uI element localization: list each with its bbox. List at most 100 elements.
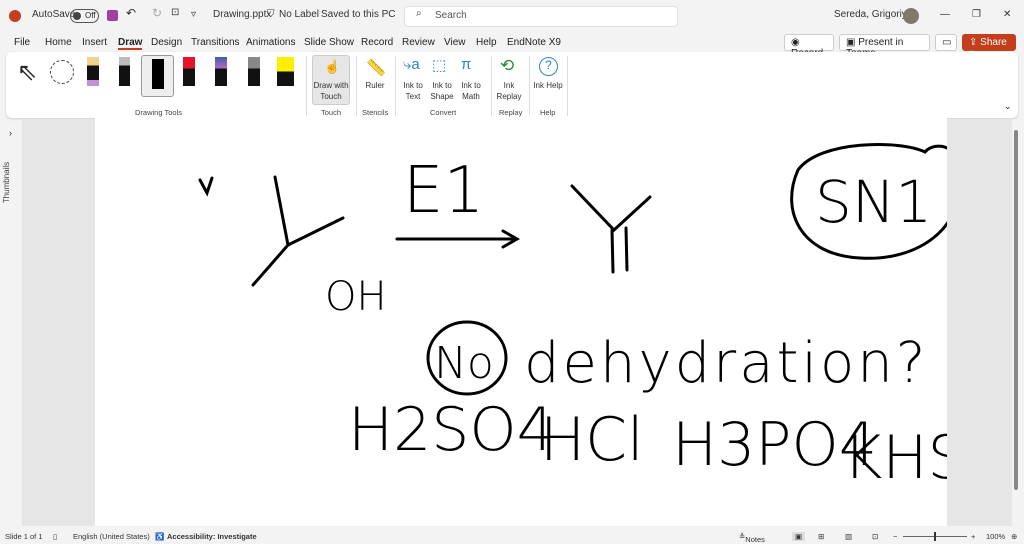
normal-view-icon[interactable]: ▣ [792,532,806,541]
zoom-out-icon[interactable]: − [893,532,897,541]
vertical-scrollbar[interactable] [1014,125,1019,505]
share-label: Share [980,37,1007,48]
thumbnails-label: Thumbnails [2,161,12,204]
red-pen[interactable] [183,57,195,86]
powerpoint-logo-icon [9,10,21,22]
comments-button[interactable]: ▭ [935,34,957,51]
tab-help[interactable]: Help [476,37,497,48]
tab-home[interactable]: Home [45,37,72,48]
undo-icon[interactable]: ↶ [126,6,136,20]
share-button[interactable]: ⇪ Share ▾ [962,34,1016,59]
filename: Drawing.pptx [213,9,272,20]
status-bar: Slide 1 of 1 ▯ English (United States) ♿… [0,529,1024,544]
thumbnails-pane[interactable]: › Thumbnails [0,120,22,526]
sensitivity-label[interactable]: No Label [279,9,319,20]
ruler-icon[interactable]: 📏 [366,58,386,78]
save-icon[interactable] [107,10,118,21]
tab-view[interactable]: View [444,37,466,48]
ink-to-shape-icon[interactable]: ⬚ [432,56,446,74]
draw-with-touch-label: Draw with Touch [313,81,349,101]
minimize-icon[interactable]: — [940,9,950,20]
ink-oh: OH [325,274,387,320]
zoom-level[interactable]: 100% [986,532,1005,541]
notes-button[interactable]: ≙ Notes [739,532,765,544]
collapse-ribbon-icon[interactable]: ⌄ [1004,101,1012,112]
expand-icon[interactable]: › [9,128,12,138]
ink-replay-label[interactable]: Ink Replay [494,80,524,102]
highlighter-pen[interactable] [277,57,294,86]
gray-pen[interactable] [248,57,260,86]
ink-dehydration: dehydration? [524,331,929,396]
slide-sorter-icon[interactable]: ⊞ [818,532,824,541]
ink-to-math-label[interactable]: Ink to Math [456,80,486,102]
ink-acid-khso4: KHSO4 [843,423,947,493]
ink-to-shape-label[interactable]: Ink to Shape [428,80,456,102]
ink-sn1: SN1 [815,168,932,236]
ink-drawing: OH E1 SN1 No dehydration? H2SO4 HCl H3PO… [198,143,1024,493]
tab-transitions[interactable]: Transitions [191,37,240,48]
eraser-pen[interactable] [87,57,99,86]
autosave-toggle[interactable]: Off [70,9,99,23]
avatar[interactable] [903,8,919,24]
ink-to-math-icon[interactable]: π [461,56,471,73]
tab-record[interactable]: Record [361,37,393,48]
tab-draw[interactable]: Draw [118,37,143,50]
tab-endnote[interactable]: EndNote X9 [507,37,561,48]
touch-hand-icon: ☝ [324,59,341,74]
fit-to-window-icon[interactable]: ⊕ [1011,532,1017,541]
spellcheck-icon[interactable]: ▯ [53,532,57,541]
group-convert: Convert [430,108,457,117]
tab-slide-show[interactable]: Slide Show [304,37,354,48]
record-button[interactable]: ◉ Record [784,34,834,59]
reading-view-icon[interactable]: ▥ [845,532,852,541]
tab-insert[interactable]: Insert [82,37,107,48]
accessibility-icon: ♿ [155,532,165,541]
ink-replay-icon[interactable]: ⟲ [500,56,514,76]
tab-file[interactable]: File [14,37,30,48]
redo-icon[interactable]: ↻ [152,6,162,20]
tab-animations[interactable]: Animations [246,37,295,48]
select-tool-icon[interactable]: ⇖ [17,58,37,87]
search-icon: ⌕ [416,8,422,19]
save-status[interactable]: Saved to this PC [321,9,395,20]
ink-to-text-label[interactable]: Ink to Text [399,80,427,102]
close-icon[interactable]: ✕ [1003,9,1011,20]
tab-design[interactable]: Design [151,37,182,48]
language[interactable]: English (United States) [73,532,150,541]
present-icon[interactable]: ⊡ [171,7,179,18]
ink-help-label[interactable]: Ink Help [533,80,563,91]
help-icon[interactable]: ? [539,57,558,76]
ink-no: No [434,338,494,389]
present-in-teams-button[interactable]: ▣ Present in Teams [839,34,930,59]
accessibility-status[interactable]: Accessibility: Investigate [167,532,257,541]
zoom-in-icon[interactable]: + [971,532,975,541]
zoom-slider[interactable] [903,532,967,541]
customize-icon[interactable]: ▿ [191,9,196,20]
autosave-label: AutoSave [32,9,76,20]
group-stencils: Stencils [362,108,389,117]
black-pen-selected[interactable] [141,55,174,97]
group-replay: Replay [499,108,523,117]
galaxy-pen[interactable] [215,57,227,86]
reaction-arrow [395,229,521,249]
ink-e1: E1 [403,154,484,228]
lasso-tool-icon[interactable] [50,60,74,84]
notes-label: Notes [745,535,765,544]
group-touch: Touch [321,108,342,117]
slide-counter: Slide 1 of 1 [5,532,43,541]
ruler-label[interactable]: Ruler [360,80,390,91]
search-placeholder: Search [435,10,467,21]
slideshow-icon[interactable]: ⊡ [872,532,878,541]
title-bar: AutoSave Off ↶ ↻ ⊡ ▿ Drawing.pptx ⛉ No L… [0,0,1024,32]
tab-review[interactable]: Review [402,37,435,48]
search-input[interactable]: Search [404,6,678,27]
ink-acid-hcl: HCl [540,405,644,475]
group-help: Help [540,108,556,117]
ink-acid-h2so4: H2SO4 [348,395,555,465]
ink-tick [198,176,214,197]
group-drawing-tools: Drawing Tools [135,108,182,117]
ink-to-text-icon[interactable]: ⤷a [403,56,420,73]
slide-canvas[interactable]: OH E1 SN1 No dehydration? H2SO4 HCl H3PO… [95,118,1024,526]
restore-icon[interactable]: ❐ [972,9,981,20]
pencil-pen[interactable] [119,57,130,86]
